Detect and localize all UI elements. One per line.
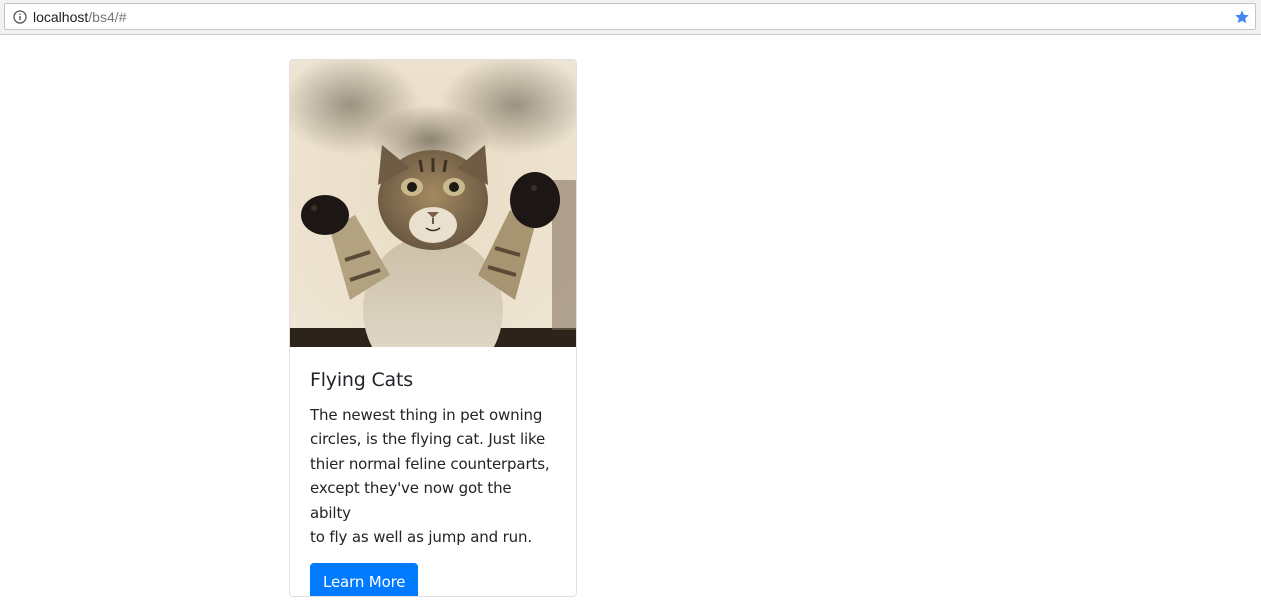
browser-toolbar: localhost/bs4/# xyxy=(0,0,1261,35)
card-text-line: thier normal feline counterparts, xyxy=(310,454,550,473)
bookmark-star-icon[interactable] xyxy=(1232,7,1251,26)
card-body: Flying Cats The newest thing in pet owni… xyxy=(290,347,576,596)
learn-more-button[interactable]: Learn More xyxy=(310,563,419,596)
card-text-line: except they've now got the abilty xyxy=(310,479,512,522)
url-text[interactable]: localhost/bs4/# xyxy=(33,7,126,27)
info-icon[interactable] xyxy=(10,7,30,27)
url-path: /bs4/# xyxy=(88,8,127,25)
address-bar[interactable]: localhost/bs4/# xyxy=(4,3,1256,30)
card: Flying Cats The newest thing in pet owni… xyxy=(289,59,577,597)
card-text-line: to fly as well as jump and run. xyxy=(310,528,532,547)
url-host: localhost xyxy=(33,8,89,25)
card-image xyxy=(290,60,576,347)
card-text-line: circles, is the flying cat. Just like xyxy=(310,430,546,449)
card-title: Flying Cats xyxy=(310,369,413,391)
card-text: The newest thing in pet owning circles, … xyxy=(310,403,556,549)
card-text-line: The newest thing in pet owning xyxy=(310,406,543,424)
